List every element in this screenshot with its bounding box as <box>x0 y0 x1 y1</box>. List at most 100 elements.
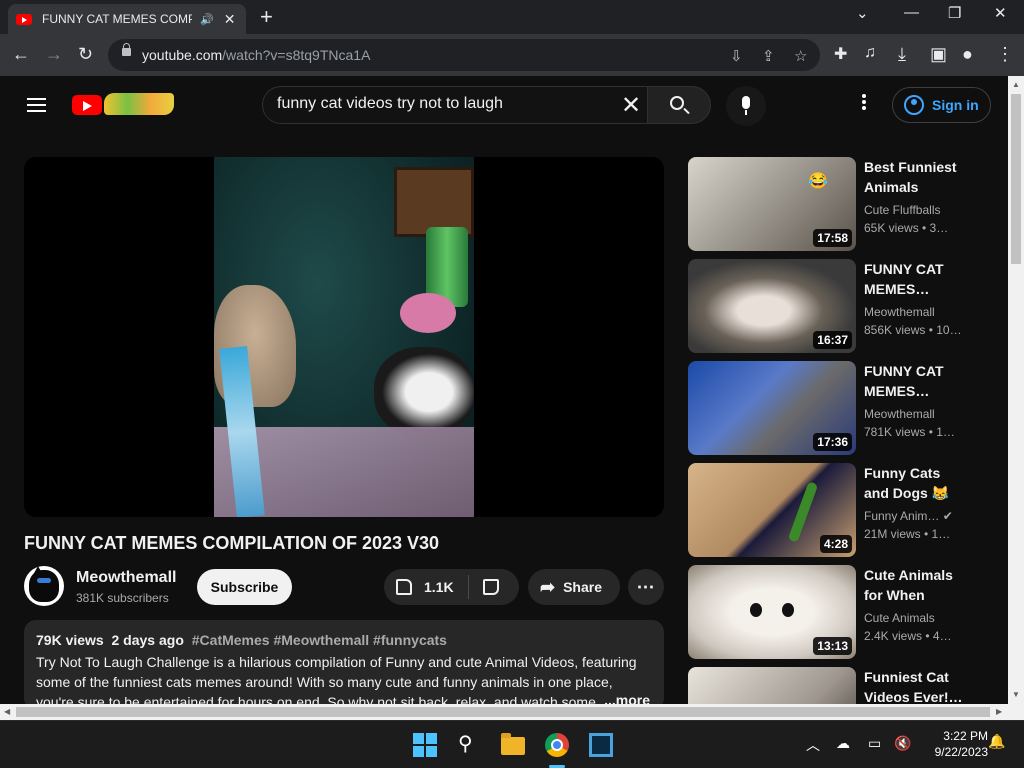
related-thumbnail[interactable]: 13:13 <box>688 565 856 659</box>
media-control-icon[interactable]: ♫ <box>864 44 876 62</box>
dislike-thumb-icon[interactable] <box>482 579 499 595</box>
related-meta: 2.4K views • 4… <box>864 629 952 643</box>
browser-tab[interactable]: FUNNY CAT MEMES COMPILATI 🔊 ✕ <box>8 4 246 34</box>
display-icon[interactable]: ▭ <box>868 735 881 752</box>
extensions-puzzle-icon[interactable]: ✚ <box>834 44 847 64</box>
duration-badge: 16:37 <box>813 331 852 349</box>
chrome-icon[interactable] <box>545 733 569 757</box>
channel-name[interactable]: Meowthemall <box>76 569 176 587</box>
bookmark-star-icon[interactable]: ☆ <box>794 47 807 65</box>
browser-toolbar: ← → ↻ youtube.com/watch?v=s8tq9TNca1A ⇩ … <box>0 34 1024 76</box>
back-arrow-icon[interactable]: ← <box>12 44 30 65</box>
youtube-header: ✕ Sign in <box>0 76 1008 132</box>
related-channel[interactable]: Cute Animals <box>864 611 935 625</box>
windows-taskbar: ⚲ ︿ ☁ ▭ 🔇 🔔 <box>0 720 1024 768</box>
close-tab-icon[interactable]: ✕ <box>224 11 236 28</box>
url-text[interactable]: youtube.com/watch?v=s8tq9TNca1A <box>142 47 370 63</box>
like-count[interactable]: 1.1K <box>424 579 454 595</box>
reload-icon[interactable]: ↻ <box>78 44 93 65</box>
notification-bell-icon[interactable]: 🔔 <box>988 733 1005 750</box>
related-video-item[interactable]: 😂 17:58 Best Funniest Animals video… Cut… <box>688 157 998 253</box>
minimize-button[interactable]: — <box>904 4 919 21</box>
voice-search-button[interactable] <box>726 86 766 126</box>
related-video-item[interactable]: 4:28 Funny Cats and Dogs 😹 🙀 |… Funny An… <box>688 463 998 559</box>
related-meta: 21M views • 1… <box>864 527 951 541</box>
restore-button[interactable]: ❐ <box>948 4 961 22</box>
sign-in-label: Sign in <box>932 97 979 113</box>
scroll-left-arrow-icon[interactable]: ◀ <box>4 707 10 716</box>
related-title[interactable]: Funny Cats and Dogs 😹 🙀 |… <box>864 463 966 503</box>
clear-search-icon[interactable]: ✕ <box>621 91 641 120</box>
related-thumbnail[interactable] <box>688 667 856 704</box>
vertical-scroll-thumb[interactable] <box>1011 94 1021 264</box>
speaker-icon[interactable]: 🔊 <box>200 13 214 26</box>
related-channel[interactable]: Meowthemall <box>864 407 935 421</box>
side-panel-icon[interactable]: ▣ <box>930 44 947 65</box>
related-channel[interactable]: Meowthemall <box>864 305 935 319</box>
system-clock[interactable]: 3:22 PM 9/22/2023 <box>920 728 988 760</box>
scene-pink-toy <box>400 293 456 333</box>
search-box[interactable]: ✕ <box>262 86 648 124</box>
video-frame[interactable] <box>214 157 474 517</box>
related-meta: 65K views • 3… <box>864 221 949 235</box>
like-divider <box>467 575 469 599</box>
related-meta: 856K views • 10… <box>864 323 962 337</box>
remote-desktop-icon[interactable] <box>589 733 613 757</box>
related-channel[interactable]: Cute Fluffballs <box>864 203 940 217</box>
related-video-item[interactable]: 16:37 FUNNY CAT MEMES… Meowthemall 856K … <box>688 259 998 355</box>
youtube-logo[interactable] <box>72 95 102 115</box>
related-video-item[interactable]: 17:36 FUNNY CAT MEMES… Meowthemall 781K … <box>688 361 998 457</box>
browser-menu-icon[interactable]: ⋮ <box>996 44 1014 65</box>
file-explorer-icon[interactable] <box>501 733 525 755</box>
related-title[interactable]: Best Funniest Animals video… <box>864 157 966 197</box>
volume-muted-icon[interactable]: 🔇 <box>894 735 911 752</box>
related-thumbnail[interactable]: 17:36 <box>688 361 856 455</box>
related-thumbnail[interactable]: 😂 17:58 <box>688 157 856 251</box>
related-video-item[interactable]: 13:13 Cute Animals for When You… Cute An… <box>688 565 998 661</box>
video-player[interactable] <box>24 157 664 517</box>
forward-arrow-icon[interactable]: → <box>45 44 63 65</box>
related-meta: 781K views • 1… <box>864 425 955 439</box>
youtube-doodle-logo[interactable] <box>104 93 174 115</box>
cloud-sync-icon[interactable]: ☁ <box>836 735 850 752</box>
profile-icon[interactable]: ● <box>962 44 973 65</box>
subscribe-button[interactable]: Subscribe <box>197 569 292 605</box>
related-title[interactable]: Cute Animals for When You… <box>864 565 966 605</box>
channel-avatar[interactable] <box>24 566 64 606</box>
description-box[interactable]: 79K views 2 days ago #CatMemes #Meowthem… <box>24 620 664 710</box>
lock-icon[interactable] <box>122 43 131 56</box>
tray-overflow-chevron-up-icon[interactable]: ︿ <box>806 735 820 755</box>
search-input[interactable] <box>277 95 607 113</box>
related-video-item[interactable]: Funniest Cat Videos Ever!… <box>688 667 998 704</box>
hashtags[interactable]: #CatMemes #Meowthemall #funnycats <box>192 632 447 648</box>
duration-badge: 17:36 <box>813 433 852 451</box>
address-bar[interactable]: youtube.com/watch?v=s8tq9TNca1A ⇩ ⇪ ☆ <box>108 39 820 71</box>
more-actions-button[interactable]: ⋯ <box>628 569 664 605</box>
horizontal-scroll-thumb[interactable] <box>16 707 990 717</box>
search-icon[interactable]: ⚲ <box>458 731 482 755</box>
close-window-button[interactable]: ✕ <box>994 4 1007 22</box>
related-title[interactable]: FUNNY CAT MEMES… <box>864 361 966 401</box>
tab-search-chevron-down-icon[interactable]: ⌄ <box>856 4 869 22</box>
search-button[interactable] <box>647 86 711 124</box>
windows-start-icon[interactable] <box>413 733 437 757</box>
share-button[interactable]: ➦ Share <box>528 569 620 605</box>
related-thumbnail[interactable]: 16:37 <box>688 259 856 353</box>
settings-more-icon[interactable] <box>862 94 866 98</box>
new-tab-button[interactable]: + <box>260 4 273 30</box>
verified-check-icon: ✔ <box>942 509 953 523</box>
scroll-down-arrow-icon[interactable]: ▼ <box>1012 690 1020 699</box>
hamburger-menu-icon[interactable] <box>27 98 46 100</box>
clock-time: 3:22 PM <box>943 729 988 743</box>
share-page-icon[interactable]: ⇪ <box>762 47 775 65</box>
downloads-icon[interactable]: ⤓ <box>898 44 906 65</box>
related-title[interactable]: Funniest Cat Videos Ever!… <box>864 667 966 704</box>
sign-in-button[interactable]: Sign in <box>892 87 991 123</box>
scroll-right-arrow-icon[interactable]: ▶ <box>996 707 1002 716</box>
related-thumbnail[interactable]: 4:28 <box>688 463 856 557</box>
like-thumb-icon[interactable] <box>396 579 412 595</box>
scroll-up-arrow-icon[interactable]: ▲ <box>1012 80 1020 89</box>
install-app-icon[interactable]: ⇩ <box>730 47 743 65</box>
related-title[interactable]: FUNNY CAT MEMES… <box>864 259 966 299</box>
related-channel[interactable]: Funny Anim… ✔ <box>864 509 953 523</box>
